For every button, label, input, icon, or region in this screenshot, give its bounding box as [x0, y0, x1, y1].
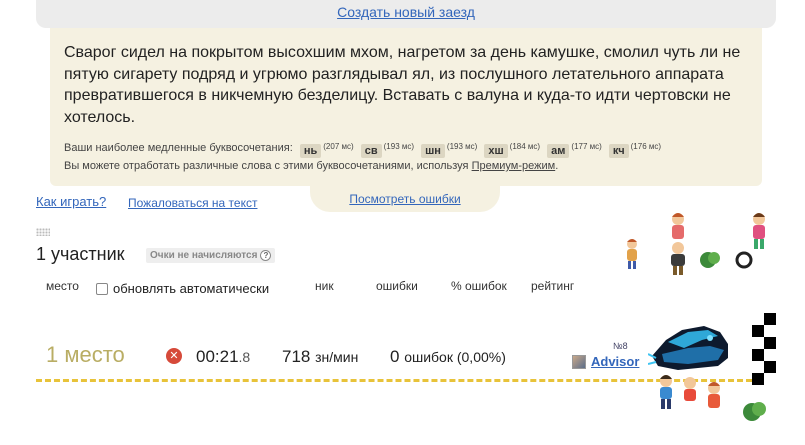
header-errors: ошибки [376, 279, 418, 293]
participants-count: 1 участник [36, 244, 125, 264]
combo-badge: шн [421, 144, 445, 158]
speed-unit: зн/мин [315, 349, 359, 365]
race-track [36, 379, 752, 382]
auto-update-label: обновлять автоматически [113, 281, 270, 296]
slow-combos-label: Ваши наиболее медленные буквосочетания: [64, 142, 293, 154]
rank-number: №8 [613, 341, 628, 351]
bushes-icon [700, 251, 753, 269]
spectators-bottom-icon [660, 375, 696, 409]
combo-ms: (193 мс) [446, 142, 478, 151]
combo-ms: (193 мс) [383, 142, 415, 151]
result-speed: 718 зн/мин [282, 347, 358, 367]
view-errors-link[interactable]: Посмотреть ошибки [349, 192, 460, 206]
spectator-icon [753, 213, 765, 249]
race-text-panel: Сварог сидел на покрытом высохшим мхом, … [50, 28, 762, 186]
bush-icon [743, 402, 766, 421]
combo-badge: св [360, 144, 382, 158]
no-points-label: Очки не начисляются [150, 250, 258, 261]
spectator-icon [708, 382, 720, 408]
drag-handle-icon[interactable] [36, 228, 50, 236]
combo-ms: (177 мс) [571, 142, 602, 151]
result-errors: 0 ошибок (0,00%) [390, 347, 506, 367]
combo-badge: ам [547, 144, 570, 158]
practice-row: Вы можете отработать различные слова с э… [64, 160, 558, 172]
close-icon[interactable]: ✕ [166, 348, 182, 364]
spectators-group-icon [671, 213, 685, 275]
practice-text: Вы можете отработать различные слова с э… [64, 160, 469, 172]
result-place: 1 место [46, 342, 125, 367]
race-car-icon [648, 326, 728, 370]
combo-ms: (176 мс) [630, 142, 662, 151]
how-to-play-link[interactable]: Как играть? [36, 194, 106, 209]
spectator-icon [627, 239, 637, 269]
header-nick: ник [315, 279, 334, 293]
header-rating: рейтинг [531, 279, 575, 293]
help-icon[interactable]: ? [260, 250, 272, 261]
result-time: 00:21.8 [196, 347, 250, 367]
race-text: Сварог сидел на покрытом высохшим мхом, … [64, 44, 741, 126]
practice-end: . [555, 160, 559, 172]
premium-mode-link[interactable]: Премиум-режим [472, 160, 556, 172]
slow-combos-row: Ваши наиболее медленные буквосочетания: … [64, 141, 662, 158]
player-nick-link[interactable]: Advisor [591, 354, 639, 369]
combo-badge: кч [608, 144, 629, 158]
no-points-badge: Очки не начисляются? [146, 248, 276, 263]
auto-update-toggle[interactable]: обновлять автоматически [96, 281, 269, 296]
combo-ms: (207 мс) [323, 142, 354, 151]
time-main: 00:21 [196, 347, 239, 366]
time-fraction: .8 [238, 349, 251, 365]
header-place: место [46, 279, 79, 293]
errors-count: 0 [390, 347, 400, 366]
combo-ms: (184 мс) [509, 142, 541, 151]
avatar [572, 355, 586, 369]
errors-text: ошибок (0,00%) [404, 349, 506, 365]
speed-value: 718 [282, 347, 311, 366]
header-error-percent: % ошибок [451, 279, 507, 293]
combo-badge: хш [484, 144, 508, 158]
top-panel: Создать новый заезд [36, 0, 776, 28]
complain-link[interactable]: Пожаловаться на текст [128, 196, 257, 210]
finish-flag-icon [752, 313, 776, 385]
auto-update-checkbox[interactable] [96, 282, 108, 295]
new-race-link[interactable]: Создать новый заезд [36, 4, 776, 20]
errors-tab: Посмотреть ошибки [310, 186, 500, 212]
combo-badge: нь [299, 144, 322, 158]
